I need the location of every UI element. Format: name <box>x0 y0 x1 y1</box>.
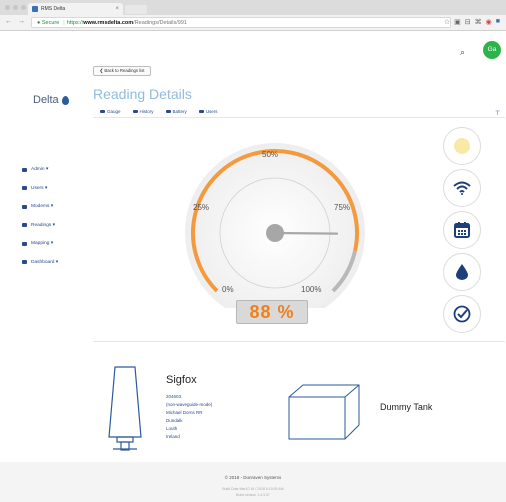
sidebar-item-dashboard[interactable]: Dashboard ▾ <box>22 259 58 266</box>
gauge-tick-75: 75% <box>334 203 351 212</box>
lock-icon: ● <box>37 20 41 26</box>
light-icon <box>454 138 470 154</box>
sensor-details: 204603 (non-waveguide-mode) Michael Dorn… <box>166 393 212 441</box>
gauge-dial <box>185 143 365 308</box>
gauge-value-readout: 88 % <box>236 300 308 324</box>
tab-gauge[interactable]: Gauge <box>100 109 121 114</box>
modem-icon <box>22 204 27 209</box>
sidebar-item-mapping[interactable]: Mapping ▾ <box>22 240 58 247</box>
sensor-country: Ireland <box>166 434 180 439</box>
gauge-tick-25: 25% <box>193 203 210 212</box>
sensor-illustration <box>108 366 142 451</box>
tab-label: History <box>139 109 154 114</box>
tab-users[interactable]: Users <box>198 109 218 114</box>
secure-label: Secure <box>41 20 60 26</box>
footer-build-version: Build version 1.4.3.37 <box>236 493 270 497</box>
home-icon <box>22 167 27 172</box>
tab-label: Battery <box>172 109 187 114</box>
url-separator: | <box>63 20 65 26</box>
extension-icon[interactable]: ■ <box>496 18 500 26</box>
sensor-id[interactable]: 204603 <box>166 393 212 401</box>
sidebar-item-readings[interactable]: Readings ▾ <box>22 222 58 229</box>
sidebar-item-label: Users ▾ <box>31 185 48 191</box>
light-button[interactable] <box>443 127 481 165</box>
back-to-readings-button[interactable]: ❮ Back to Readings list <box>93 66 151 76</box>
favicon-icon <box>32 6 38 12</box>
extension-icon[interactable]: ⌘ <box>475 18 482 26</box>
sidebar-item-admin[interactable]: Admin ▾ <box>22 166 58 173</box>
url-scheme: https:// <box>66 20 84 26</box>
page-footer: © 2018 - Dunraven Systems Build Date Mar… <box>0 462 506 502</box>
tank-illustration <box>288 384 360 440</box>
sensor-owner: Michael Dorns RR <box>166 410 203 415</box>
pin-icon[interactable]: ⊤ <box>495 110 500 117</box>
browser-toolbar: ← → C ● Secure|https://www.rmsdelta.com/… <box>0 15 506 31</box>
page-title: Reading Details <box>93 86 192 102</box>
tab-title: RMS Delta <box>41 6 66 12</box>
gauge-icon <box>100 110 105 113</box>
new-tab-button[interactable] <box>125 5 147 14</box>
tab-label: Gauge <box>107 109 121 114</box>
extension-icon[interactable]: ⊟ <box>465 18 471 26</box>
signal-icon <box>453 181 471 195</box>
signal-button[interactable] <box>443 169 481 207</box>
gauge-tick-0: 0% <box>222 285 234 294</box>
users-icon <box>198 110 204 113</box>
gauge-hub <box>266 224 284 242</box>
sidebar-item-users[interactable]: Users ▾ <box>22 185 58 192</box>
address-bar[interactable]: ● Secure | https://www.rmsdelta.com/Readin… <box>31 17 451 28</box>
browser-tab[interactable]: RMS Delta × <box>28 3 123 15</box>
footer-copyright: © 2018 - Dunraven Systems <box>224 475 282 480</box>
back-arrow-icon[interactable]: ← <box>5 18 12 25</box>
map-icon <box>22 241 27 246</box>
gauge-tick-100: 100% <box>301 285 322 294</box>
sidebar-nav: Admin ▾ Users ▾ Modems ▾ Readings ▾ Mapp… <box>22 166 58 277</box>
dashboard-icon <box>22 260 27 264</box>
tab-battery[interactable]: Battery <box>165 109 187 114</box>
tank-name: Dummy Tank <box>380 402 433 412</box>
check-button[interactable] <box>443 295 481 333</box>
drop-logo-icon <box>61 95 69 105</box>
star-icon[interactable]: ☆ <box>444 18 450 26</box>
logo-text: Delta <box>33 94 59 106</box>
check-icon <box>453 305 471 323</box>
sidebar-item-label: Mapping ▾ <box>31 241 54 246</box>
chart-icon <box>132 110 138 113</box>
avatar[interactable]: Ga <box>483 41 501 59</box>
gauge-tick-50: 50% <box>262 150 279 159</box>
sensor-name: Sigfox <box>166 374 197 386</box>
forward-arrow-icon[interactable]: → <box>18 18 25 25</box>
calendar-icon <box>454 222 470 238</box>
detail-tabs: Gauge History Battery Users <box>100 109 218 114</box>
url-path: /Readings/Details/991 <box>133 20 187 26</box>
browser-tab-strip: RMS Delta × <box>0 0 506 15</box>
tab-history[interactable]: History <box>132 109 154 114</box>
calendar-button[interactable] <box>443 211 481 249</box>
search-icon[interactable]: ⌕ <box>460 47 465 58</box>
window-controls[interactable] <box>5 5 26 10</box>
sidebar-item-label: Dashboard ▾ <box>31 259 59 265</box>
user-icon <box>22 186 27 190</box>
brand-logo[interactable]: Delta <box>33 94 69 106</box>
extension-icon[interactable]: ▣ <box>454 18 461 26</box>
readings-icon <box>22 223 27 227</box>
sidebar-item-modems[interactable]: Modems ▾ <box>22 203 58 210</box>
sensor-county: Louth <box>166 426 178 431</box>
url-host: www.rmsdelta.com <box>83 20 134 26</box>
sensor-mode: (non-waveguide-mode) <box>166 402 213 407</box>
sidebar-item-label: Admin ▾ <box>31 167 49 172</box>
water-button[interactable] <box>443 253 481 291</box>
battery-icon <box>165 110 171 113</box>
tab-label: Users <box>205 109 218 114</box>
sidebar-item-label: Modems ▾ <box>31 204 54 209</box>
sensor-town: Dundalk <box>166 418 183 423</box>
footer-build-info: Build Date Mar10 16 / 2018 6:10:00 AM Bu… <box>0 486 506 498</box>
sidebar-item-label: Readings ▾ <box>31 222 56 228</box>
extension-icon[interactable]: ◉ <box>486 18 492 26</box>
extension-icons: ☆ ▣ ⊟ ⌘ ◉ ■ <box>444 18 500 26</box>
gauge-needle <box>273 231 339 235</box>
drop-icon <box>456 264 468 280</box>
close-icon[interactable]: × <box>115 3 119 15</box>
